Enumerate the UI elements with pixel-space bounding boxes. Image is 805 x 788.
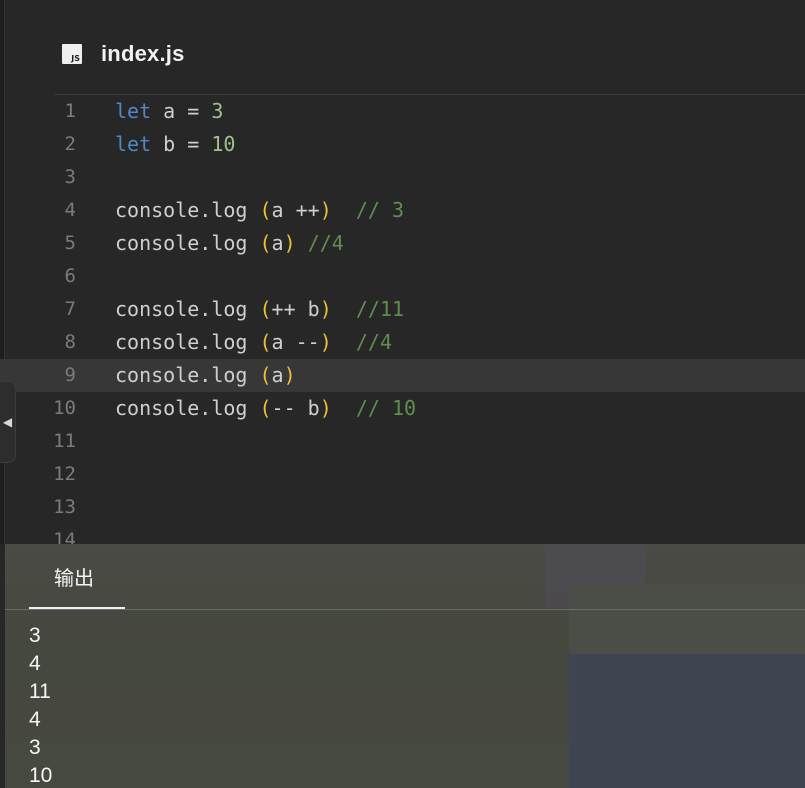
code-line[interactable]: 10 console.log (-- b) // 10 <box>0 392 805 425</box>
code-line[interactable]: 8 console.log (a --) //4 <box>0 326 805 359</box>
line-number: 4 <box>64 199 76 221</box>
code-token: -- b <box>271 396 320 420</box>
output-line: 3 <box>29 624 41 647</box>
code-token: let <box>115 132 152 156</box>
js-file-icon: JS <box>62 44 82 64</box>
code-token: ( <box>259 330 272 354</box>
output-line: 11 <box>29 680 51 703</box>
code-token: console.log <box>115 363 260 387</box>
line-number: 1 <box>64 100 76 122</box>
line-number: 3 <box>64 166 76 188</box>
code-line[interactable]: 5 console.log (a) //4 <box>0 227 805 260</box>
code-token: a <box>271 363 284 387</box>
code-token: ( <box>259 363 272 387</box>
line-number: 11 <box>53 430 76 452</box>
code-token: ) <box>319 198 332 222</box>
code-line[interactable]: 6 <box>0 260 805 293</box>
triangle-left-icon: ◀ <box>2 415 13 429</box>
code-line[interactable]: 12 <box>0 458 805 491</box>
code-token: a = <box>151 99 212 123</box>
file-header: JS index.js <box>62 36 185 72</box>
js-badge-label: JS <box>71 54 80 63</box>
code-token: ) <box>283 231 296 255</box>
output-line: 3 <box>29 736 41 759</box>
line-code: console.log (a ++) // 3 <box>115 194 404 227</box>
line-code: console.log (a --) //4 <box>115 326 392 359</box>
code-token: ( <box>259 396 272 420</box>
code-line[interactable]: 13 <box>0 491 805 524</box>
code-token: 10 <box>211 132 236 156</box>
line-code: console.log (-- b) // 10 <box>115 392 416 425</box>
line-number: 14 <box>53 529 76 544</box>
code-line[interactable]: 1 let a = 3 <box>0 95 805 128</box>
line-number: 7 <box>64 298 76 320</box>
line-number: 8 <box>64 331 76 353</box>
code-token: //11 <box>355 297 405 321</box>
sidebar-toggle-button[interactable]: ◀ <box>0 381 16 463</box>
line-number: 2 <box>64 133 76 155</box>
line-number: 9 <box>64 364 76 386</box>
code-editor[interactable]: 1 let a = 3 2 let b = 10 3 4 console.log (a ++… <box>0 95 805 544</box>
code-line[interactable]: 2 let b = 10 <box>0 128 805 161</box>
code-token: a ++ <box>271 198 320 222</box>
code-line[interactable]: 11 <box>0 425 805 458</box>
code-token: //4 <box>355 330 392 354</box>
line-number: 6 <box>64 265 76 287</box>
code-line[interactable]: 14 <box>0 524 805 544</box>
output-panel: 输出 3 4 11 4 3 10 <box>5 544 805 788</box>
code-token: let <box>115 99 152 123</box>
output-line: 4 <box>29 708 41 731</box>
code-token: ) <box>283 363 296 387</box>
code-token: ( <box>259 198 272 222</box>
line-code: console.log (a) //4 <box>115 227 344 260</box>
tab-output-label: 输出 <box>54 566 94 590</box>
code-line[interactable]: 9 console.log (a) <box>0 359 805 392</box>
code-token: ) <box>319 297 332 321</box>
file-name: index.js <box>101 41 185 66</box>
code-line[interactable]: 4 console.log (a ++) // 3 <box>0 194 805 227</box>
line-number: 5 <box>64 232 76 254</box>
output-divider <box>5 609 805 610</box>
line-number: 12 <box>53 463 76 485</box>
output-line: 4 <box>29 652 41 675</box>
line-code: console.log (a) <box>115 359 296 392</box>
code-token: console.log <box>115 231 260 255</box>
code-token: ) <box>319 330 332 354</box>
tab-output[interactable]: 输出 <box>29 544 125 610</box>
code-token: b = <box>151 132 212 156</box>
line-number: 10 <box>53 397 76 419</box>
output-line: 10 <box>29 764 53 787</box>
code-line[interactable]: 3 <box>0 161 805 194</box>
code-token: 3 <box>211 99 224 123</box>
line-number: 13 <box>53 496 76 518</box>
code-token: a -- <box>271 330 320 354</box>
code-token: console.log <box>115 330 260 354</box>
code-token: ( <box>259 297 272 321</box>
code-token: console.log <box>115 396 260 420</box>
background-shape <box>569 654 805 788</box>
code-token: console.log <box>115 198 260 222</box>
code-token: ) <box>319 396 332 420</box>
output-console: 3 4 11 4 3 10 <box>29 622 52 788</box>
code-token: console.log <box>115 297 260 321</box>
code-token: ( <box>259 231 272 255</box>
line-code: console.log (++ b) //11 <box>115 293 404 326</box>
code-token: ++ b <box>271 297 320 321</box>
line-code: let a = 3 <box>115 95 223 128</box>
line-code: let b = 10 <box>115 128 235 161</box>
code-token: // 10 <box>355 396 417 420</box>
app-window: ◀ JS index.js 1 let a = 3 2 let b = 10 3 4 con… <box>0 0 805 788</box>
code-token: a <box>271 231 284 255</box>
code-line[interactable]: 7 console.log (++ b) //11 <box>0 293 805 326</box>
code-token: //4 <box>307 231 344 255</box>
code-token: // 3 <box>355 198 405 222</box>
